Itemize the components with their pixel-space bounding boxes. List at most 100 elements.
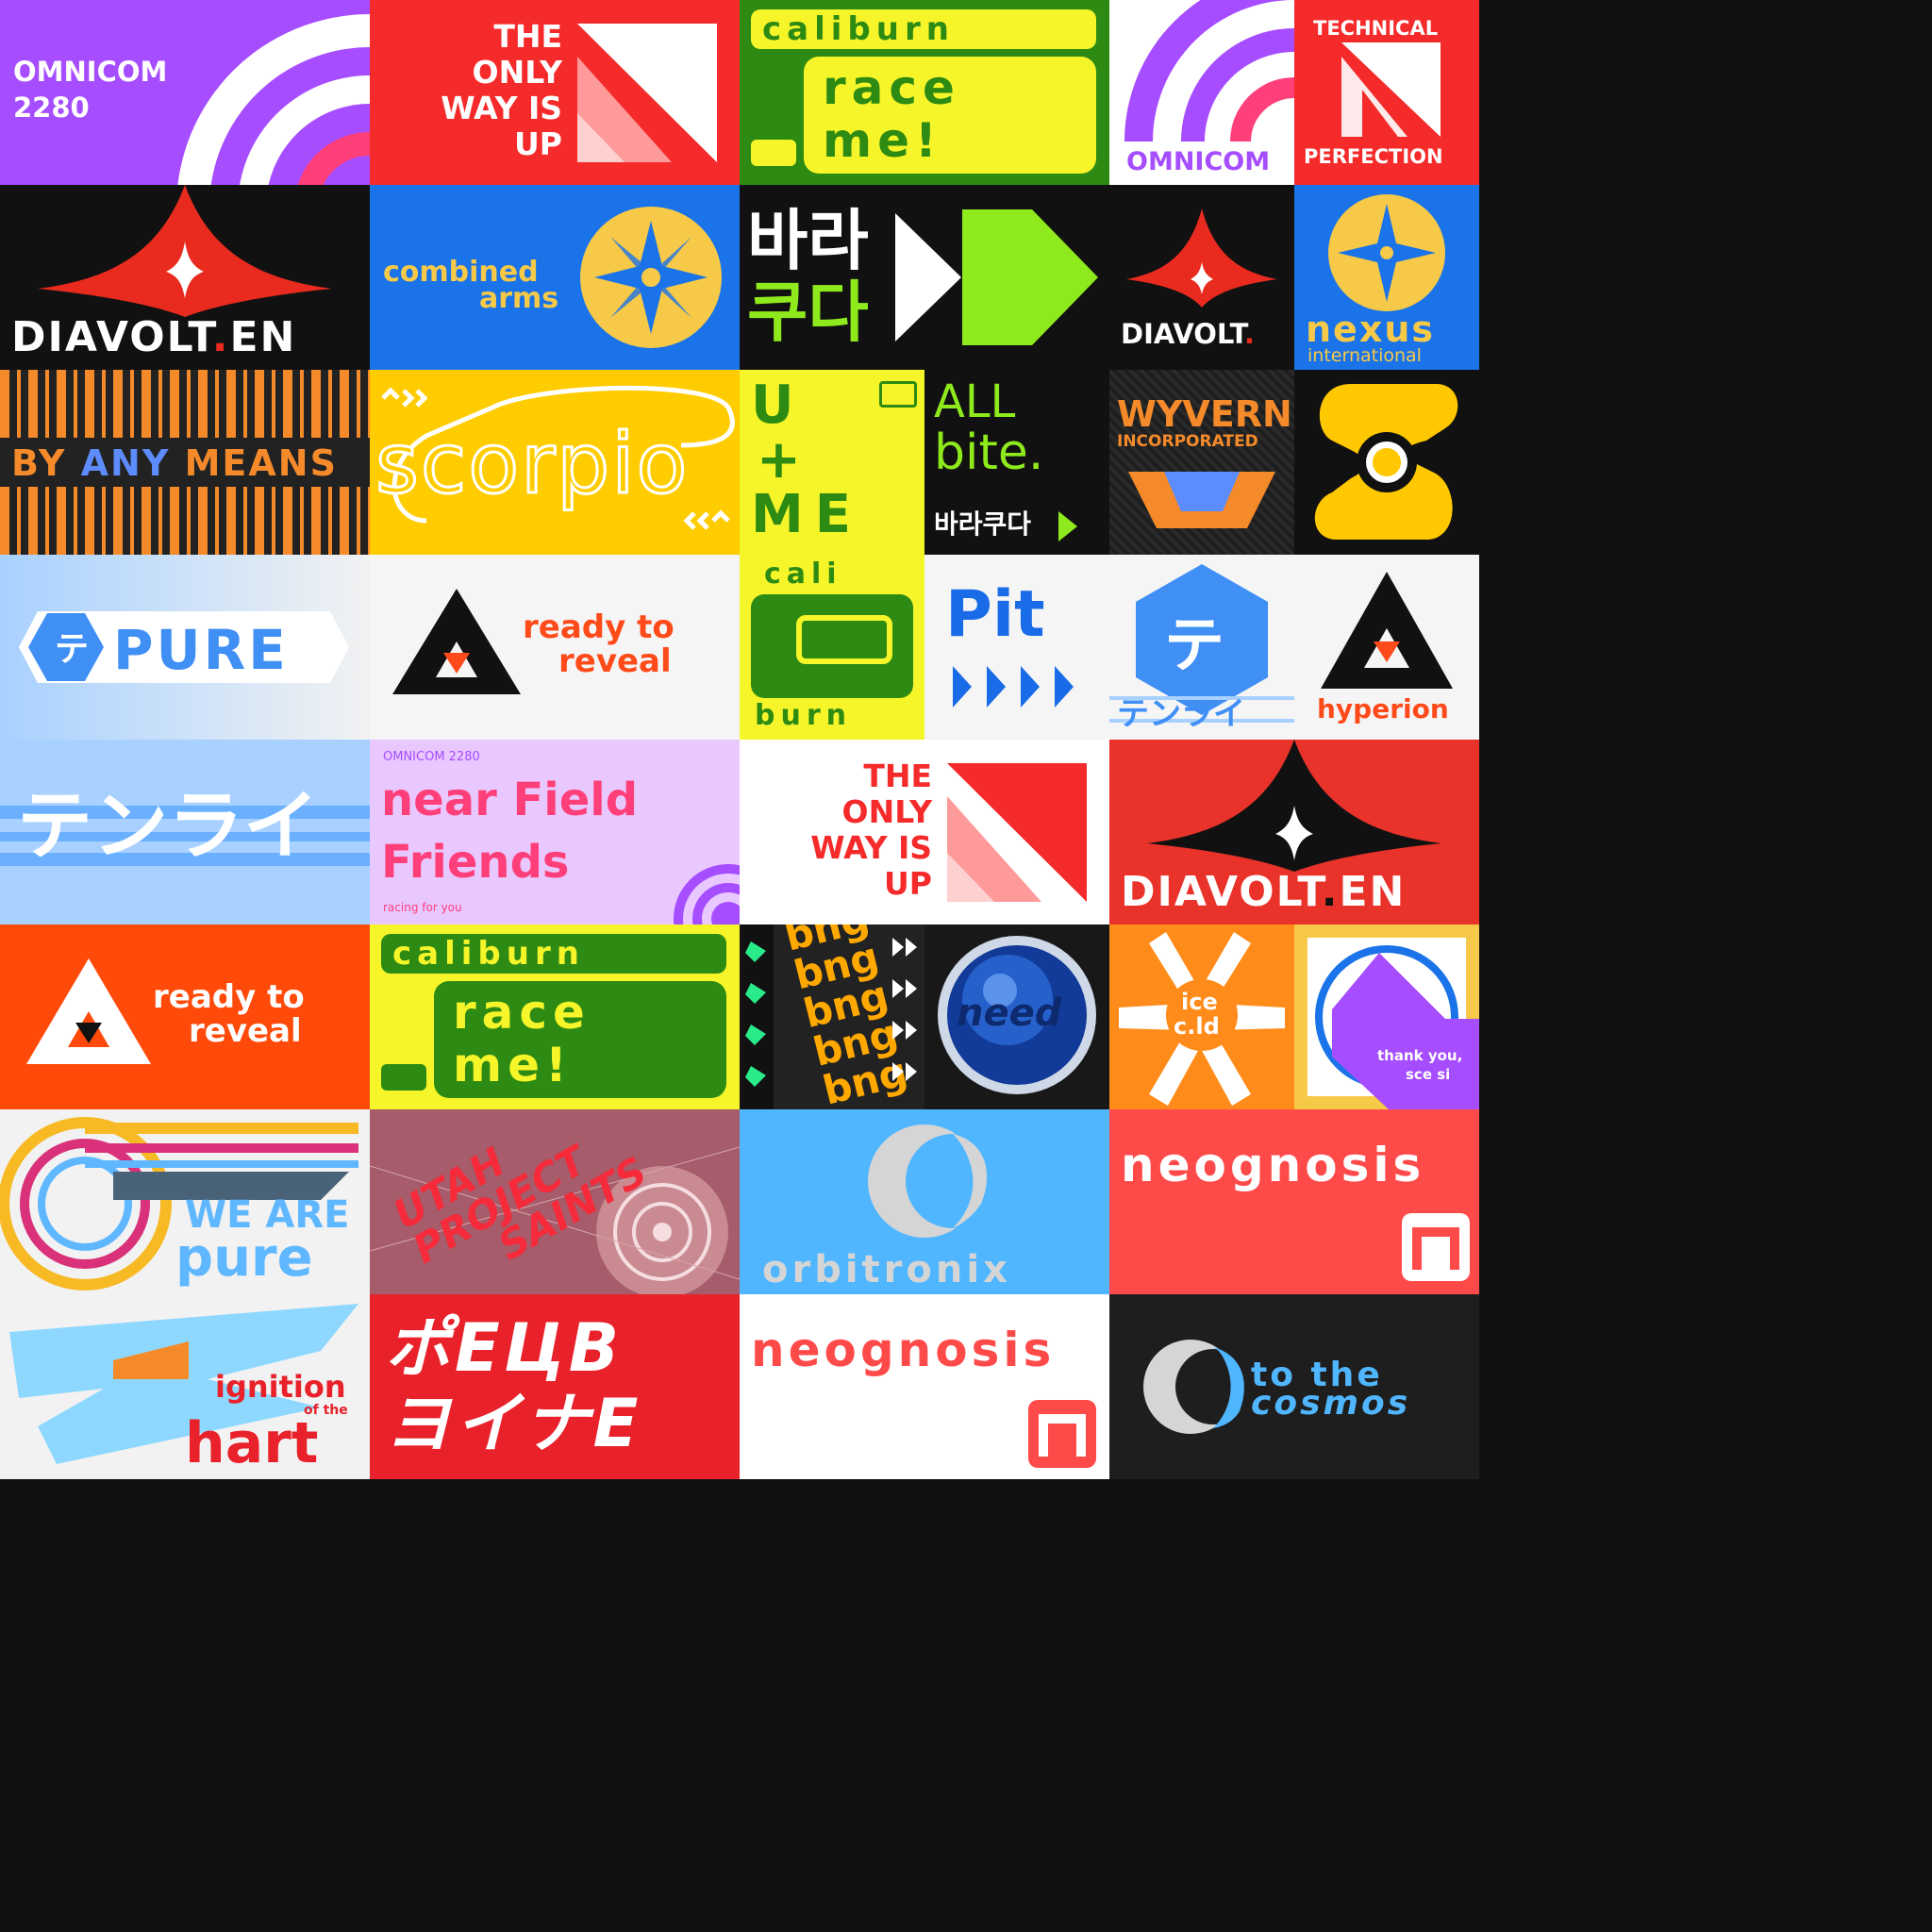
tile-bng: bng bng bng bng bng [740, 924, 924, 1109]
tile-ready-to-reveal-1: ready to reveal [370, 555, 740, 740]
tile-tenrai: テンライ [0, 740, 370, 924]
cosmos-line: cosmos [1251, 1384, 1411, 1423]
u-plus-me-line-1: U [751, 375, 794, 436]
nexus-wordmark: nexus [1306, 308, 1436, 350]
ready-to-label: ready to [523, 608, 675, 646]
only-way-line-3: WAY IS [810, 829, 932, 866]
wyvern-subtitle: INCORPORATED [1117, 432, 1258, 451]
omnicom-wordmark: OMNICOM [13, 56, 168, 88]
omnicom-wordmark: OMNICOM [1126, 147, 1271, 176]
tile-wyvern: WYVERN INCORPORATED [1109, 370, 1294, 555]
tile-all-bite: ALL bite. 바라쿠다 [924, 370, 1109, 555]
tile-tenrai-badge: テ テンライ [1109, 555, 1294, 740]
tile-near-field-friends: OMNICOM 2280 near Field Friends racing f… [370, 740, 740, 924]
omnicom-2280-caption: OMNICOM 2280 [383, 750, 480, 764]
omnicom-arcs-icon [674, 864, 740, 924]
tile-we-are-pure: WE ARE pure [0, 1109, 370, 1294]
me-line: me! [453, 1038, 573, 1092]
tile-technical-perfection: TECHNICAL PERFECTION [1294, 0, 1479, 185]
wyvern-wordmark: WYVERN [1117, 393, 1292, 435]
diavolt-wordmark: DIAVOLT. [1121, 318, 1256, 350]
svg-text:テ: テ [1164, 611, 1224, 681]
tile-ice-cold: ice c.ld [1109, 924, 1294, 1109]
tile-nexus-international: nexus international [1294, 185, 1479, 370]
race-line: race [453, 985, 591, 1040]
ready-to-label: ready to [153, 978, 305, 1016]
scorpio-wordmark: scorpio [374, 415, 690, 512]
reveal-label: reveal [189, 1012, 302, 1050]
tile-thank-you: thank you, sce si [1294, 924, 1479, 1109]
need-wordmark: need [957, 991, 1062, 1035]
ignition-line: ignition [215, 1369, 346, 1405]
only-way-line-2: ONLY [472, 54, 562, 91]
pure-line: pure [175, 1227, 313, 1289]
me-line: me! [823, 113, 942, 168]
tile-ready-to-reveal-2: ready to reveal [0, 924, 370, 1109]
only-way-line-3: WAY IS [441, 90, 562, 126]
tile-by-any-means: BY ANY MEANS [0, 370, 370, 555]
tile-diavolt-en-1: DIAVOLT.EN [0, 185, 370, 370]
omnicom-year: 2280 [13, 92, 90, 124]
tile-caliburn-race-1: caliburn race me! [740, 0, 1109, 185]
tile-diavolt: DIAVOLT. [1109, 185, 1294, 370]
diavolt-wordmark: DIAVOLT.EN [1121, 868, 1407, 916]
u-plus-me-line-2: + [757, 429, 801, 491]
megabyte-line-2: ヨイナE [385, 1385, 642, 1462]
u-plus-me-line-3: ME [751, 484, 862, 545]
neognosis-n-icon [1028, 1400, 1096, 1468]
only-way-line-2: ONLY [841, 793, 932, 830]
caliburn-badge-icon [381, 1064, 426, 1091]
thank-you-line-2: sce si [1406, 1066, 1451, 1083]
only-way-line-1: THE [863, 758, 932, 794]
barracuda-line-1: 바라 [747, 202, 869, 279]
chevrons-icon [953, 666, 1074, 708]
hyperion-triangle-icon [26, 958, 151, 1064]
diavolt-wordmark: DIAVOLT.EN [11, 313, 297, 361]
orbitronix-wordmark: orbitronix [762, 1248, 1011, 1291]
caliburn-wordmark: caliburn [392, 935, 585, 973]
reveal-label: reveal [558, 642, 672, 680]
barracuda-line-2: 쿠다 [747, 274, 869, 351]
tenrai-wordmark: テンライ [17, 782, 319, 870]
tile-pit: Pit [924, 555, 1109, 740]
tile-orbitronix: orbitronix [740, 1109, 1109, 1294]
nexus-subtitle: international [1307, 345, 1422, 366]
only-way-line-4: UP [884, 865, 932, 902]
tile-need: need [924, 924, 1109, 1109]
racing-for-you-caption: racing for you [383, 901, 462, 914]
tile-cali-burn: cali burn [740, 555, 924, 740]
friends-line: Friends [381, 836, 570, 889]
tile-scorpio-emblem [1294, 370, 1479, 555]
thank-you-line-1: thank you, [1377, 1047, 1463, 1064]
tenrai-wordmark: テンライ [1117, 695, 1245, 733]
tile-caliburn-race-2: caliburn race me! [370, 924, 740, 1109]
tile-omnicom: OMNICOM [1109, 0, 1294, 185]
tile-only-way-up-2: THE ONLY WAY IS UP [740, 740, 1109, 924]
tile-barracuda: 바라 쿠다 [740, 185, 1109, 370]
perfection-label: PERFECTION [1304, 145, 1443, 168]
scorpio-s-icon[interactable] [1294, 370, 1479, 555]
play-arrow-icon [1058, 511, 1077, 541]
tile-to-the-cosmos: to the cosmos [1109, 1294, 1479, 1479]
tile-diavolt-en-2: DIAVOLT.EN [1109, 740, 1479, 924]
megabyte-line-1: ポEЦB [385, 1309, 624, 1387]
race-line: race [823, 60, 960, 115]
neognosis-n-icon [1402, 1213, 1470, 1281]
hart-line: hart [185, 1410, 319, 1476]
tile-omnicom-2280: OMNICOM 2280 [0, 0, 370, 185]
only-way-line-1: THE [493, 18, 562, 55]
pure-wordmark: PURE [113, 618, 289, 682]
svg-text:テ: テ [55, 630, 89, 669]
hyperion-wordmark: hyperion [1317, 693, 1449, 724]
caliburn-badge-icon [751, 140, 796, 166]
tile-utah-project-saints: UTAH PROJECT SAINTS [370, 1109, 740, 1294]
bng-arrows-icon [745, 938, 917, 1087]
cold-label: c.ld [1174, 1013, 1220, 1040]
by-any-means-slogan: BY ANY MEANS [11, 442, 338, 484]
tile-hyperion: hyperion [1294, 555, 1479, 740]
ice-label: ice [1181, 989, 1218, 1015]
cali-label: cali [764, 558, 842, 591]
caliburn-badge-icon [879, 381, 917, 408]
tile-megabyte: ポEЦB ヨイナE [370, 1294, 740, 1479]
tile-scorpio: scorpio [370, 370, 740, 555]
